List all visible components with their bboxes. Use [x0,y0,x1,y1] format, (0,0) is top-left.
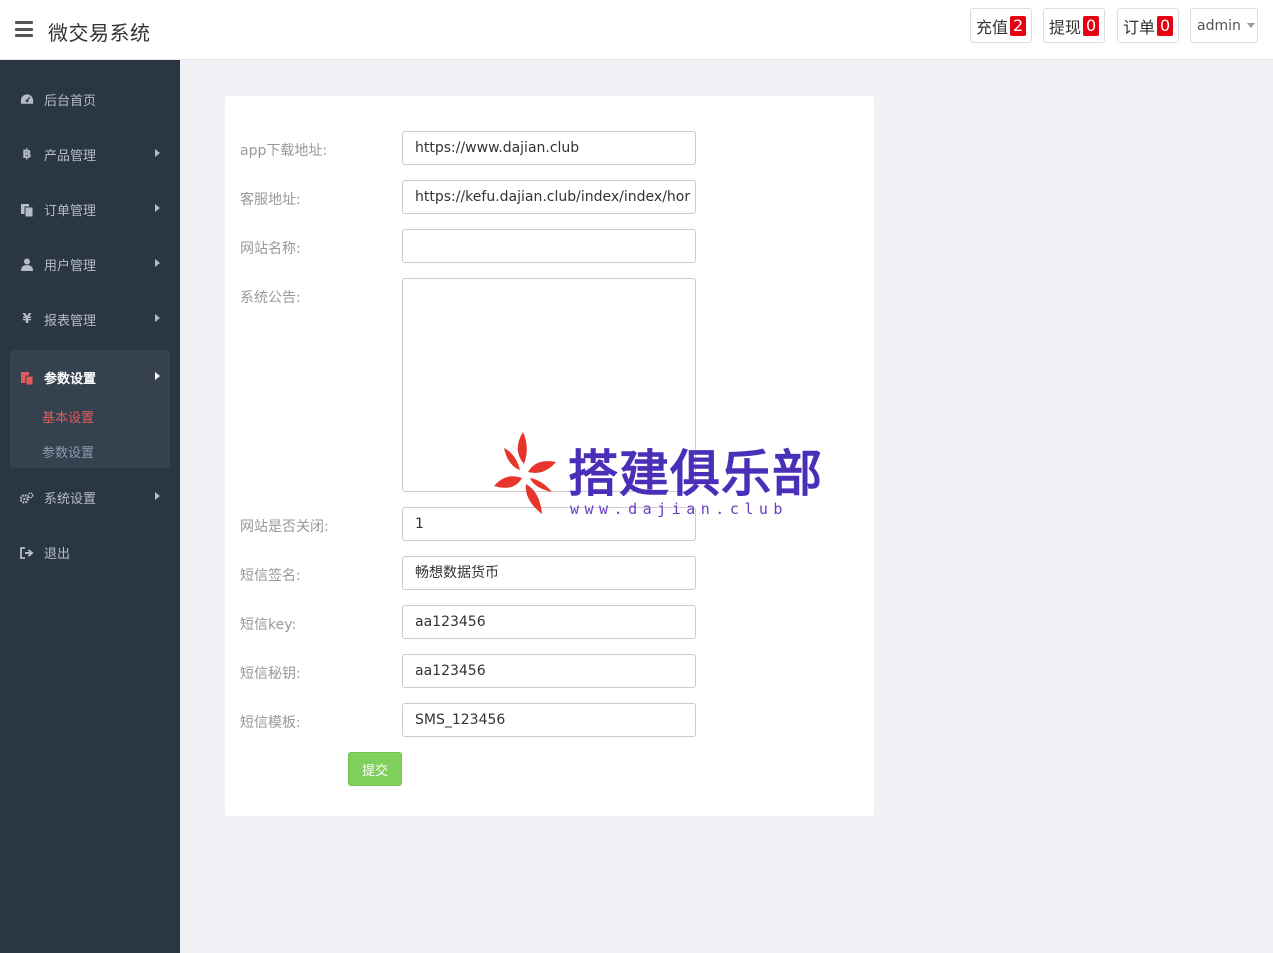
sidebar-subitem-basic-settings[interactable]: 基本设置 [42,407,94,426]
paste-icon [20,371,34,385]
cogs-icon [20,491,34,505]
app-download-label: app下载地址: [240,143,328,159]
sidebar-item-logout[interactable]: 退出 [0,525,180,580]
chevron-right-icon [155,259,160,267]
sidebar-item-label: 参数设置 [44,372,97,387]
withdraw-count-badge: 0 [1083,15,1100,36]
sms-key-label: 短信key: [240,617,297,633]
site-name-label: 网站名称: [240,241,301,257]
service-url-input[interactable]: https://kefu.dajian.club/index/index/hor [402,180,696,214]
sidebar-item-products[interactable]: ฿ 产品管理 [0,127,180,182]
copy-icon [20,203,34,217]
settings-form-card: app下载地址: https://www.dajian.club 客服地址: h… [225,96,874,816]
announcement-label: 系统公告: [240,290,301,306]
sms-template-input[interactable]: SMS_123456 [402,703,696,737]
app-title: 微交易系统 [48,21,151,45]
sms-key-input[interactable]: aa123456 [402,605,696,639]
sidebar: 后台首页 ฿ 产品管理 订单管理 用户管理 ¥ 报表管理 参数设置 基本设置 参… [0,60,180,953]
chevron-right-icon [155,204,160,212]
service-url-label: 客服地址: [240,192,301,208]
sidebar-item-label: 产品管理 [44,149,97,164]
recharge-label: 充值 [976,17,1009,37]
sidebar-item-label: 用户管理 [44,259,97,274]
sms-template-label: 短信模板: [240,715,301,731]
sidebar-item-params[interactable]: 参数设置 [0,350,180,405]
bitcoin-icon: ฿ [22,147,32,162]
sms-signature-label: 短信签名: [240,568,301,584]
orders-count-badge: 0 [1157,15,1174,36]
chevron-right-icon [155,492,160,500]
sidebar-group-params: 参数设置 基本设置 参数设置 [10,350,170,468]
sms-signature-input[interactable]: 畅想数据货币 [402,556,696,590]
recharge-button[interactable]: 充值 2 [970,8,1033,43]
yen-icon: ¥ [22,312,32,327]
withdraw-label: 提现 [1049,17,1082,37]
sidebar-item-label: 退出 [44,547,71,562]
orders-label: 订单 [1123,17,1156,37]
app-download-input[interactable]: https://www.dajian.club [402,131,696,165]
sidebar-item-label: 订单管理 [44,204,97,219]
sidebar-subitem-param-settings[interactable]: 参数设置 [42,442,94,461]
menu-toggle-icon[interactable] [15,21,33,37]
chevron-right-icon [155,314,160,322]
announcement-textarea[interactable] [402,278,696,492]
user-menu-button[interactable]: admin [1190,8,1258,43]
top-header: 微交易系统 充值 2 提现 0 订单 0 admin [0,0,1273,60]
chevron-right-icon [155,149,160,157]
sms-secret-label: 短信秘钥: [240,666,301,682]
sidebar-item-dashboard[interactable]: 后台首页 [0,72,180,127]
sms-secret-input[interactable]: aa123456 [402,654,696,688]
site-closed-input[interactable]: 1 [402,507,696,541]
site-name-input[interactable] [402,229,696,263]
sidebar-item-orders[interactable]: 订单管理 [0,182,180,237]
sidebar-item-label: 报表管理 [44,314,97,329]
sidebar-item-reports[interactable]: ¥ 报表管理 [0,292,180,347]
sidebar-item-label: 系统设置 [44,492,97,507]
user-name: admin [1197,17,1241,34]
sign-out-icon [20,546,34,560]
user-icon [20,258,34,272]
recharge-count-badge: 2 [1010,15,1027,36]
orders-button[interactable]: 订单 0 [1117,8,1180,43]
dashboard-icon [20,93,34,107]
chevron-right-icon [155,372,160,380]
sidebar-item-users[interactable]: 用户管理 [0,237,180,292]
sidebar-item-label: 后台首页 [44,94,97,109]
caret-down-icon [1246,23,1255,28]
site-closed-label: 网站是否关闭: [240,519,329,535]
submit-button[interactable]: 提交 [348,752,402,786]
sidebar-item-system[interactable]: 系统设置 [0,470,180,525]
withdraw-button[interactable]: 提现 0 [1043,8,1106,43]
